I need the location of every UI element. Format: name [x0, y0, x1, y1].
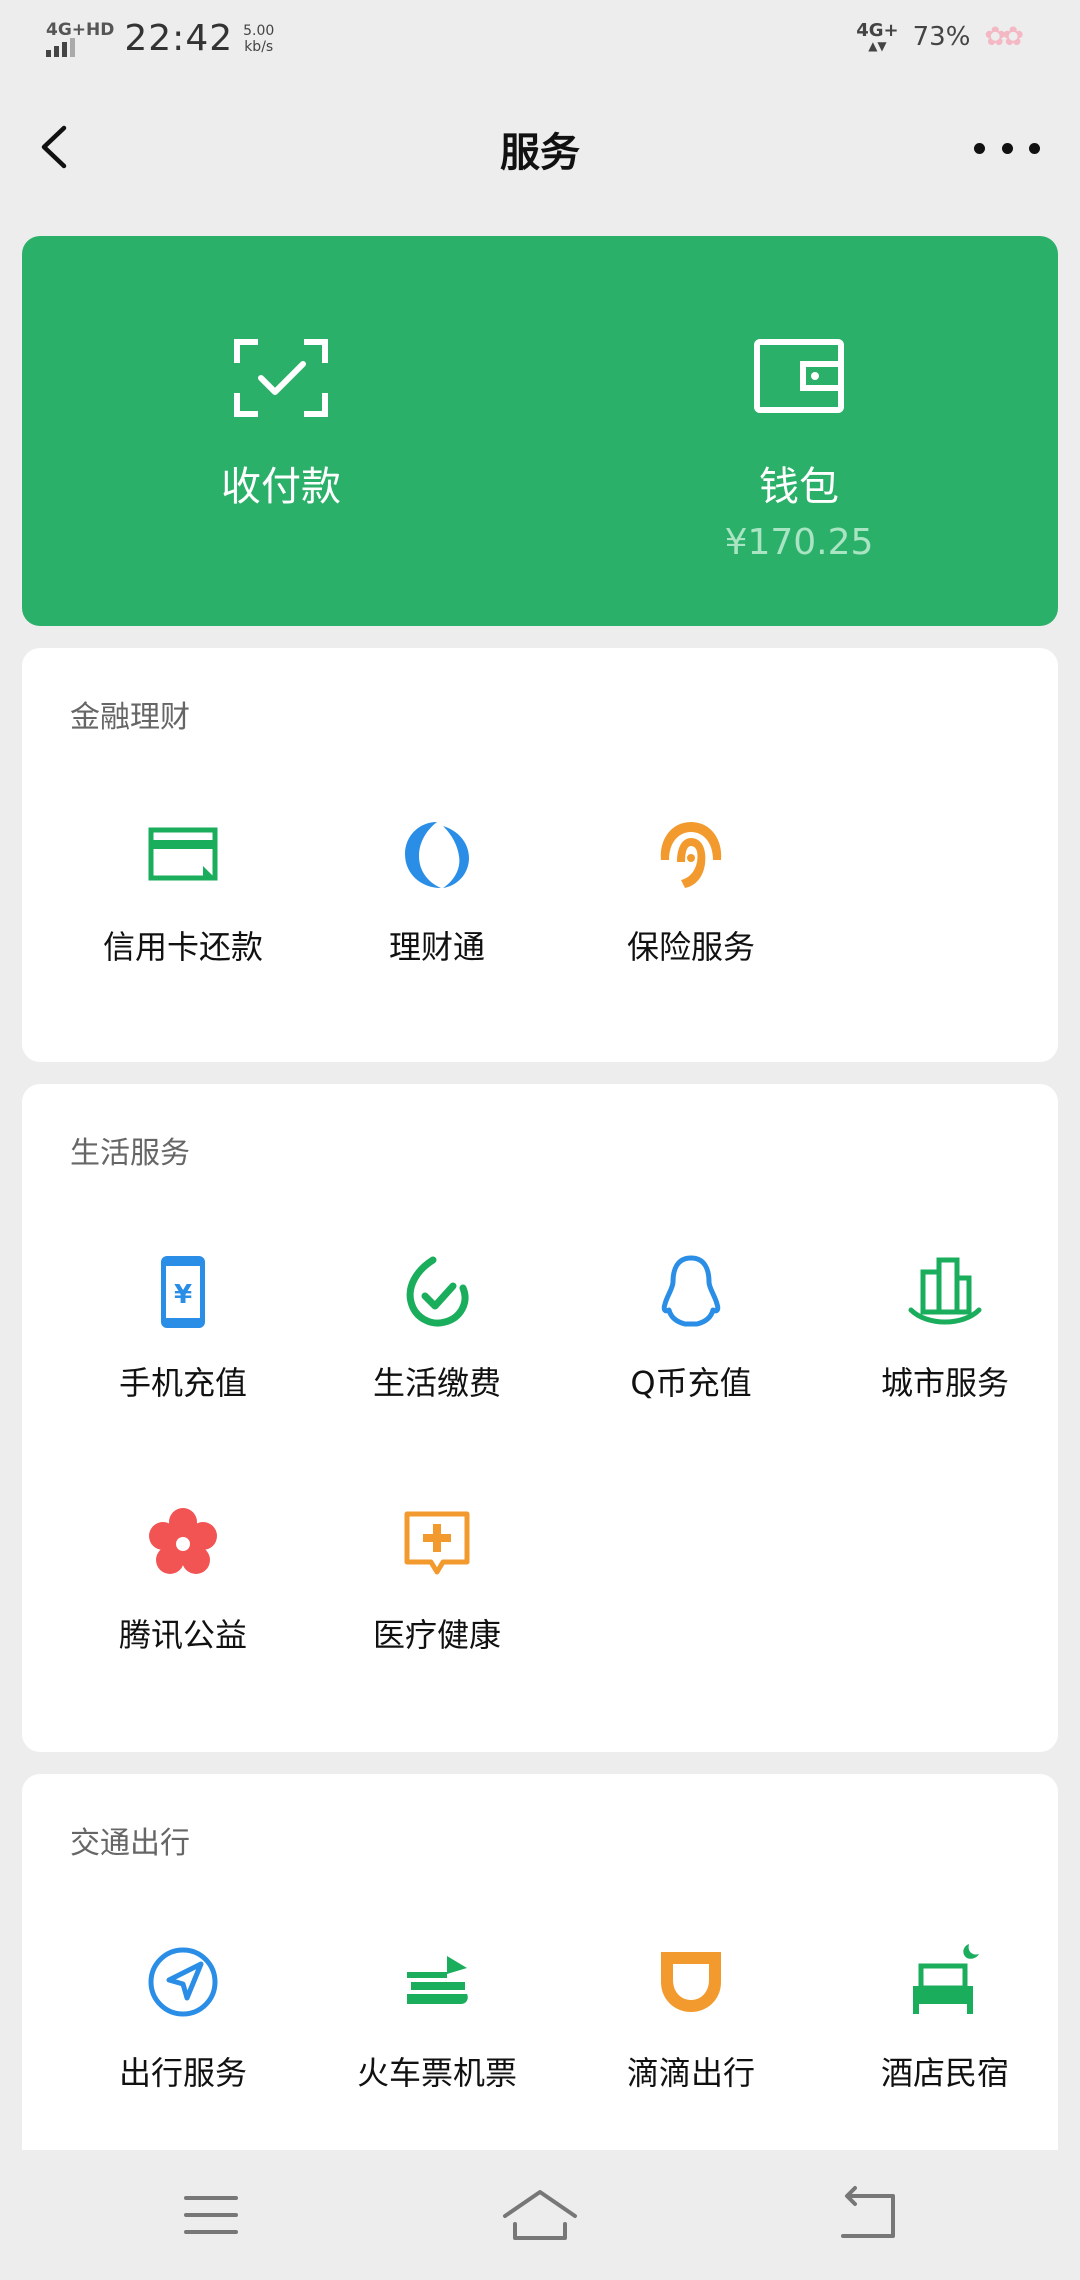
- grid-item-hotel[interactable]: 酒店民宿: [818, 1942, 1072, 2122]
- navigation-arrow-icon: [148, 1947, 218, 2017]
- battery-level: 73%: [912, 22, 971, 52]
- grid-label: 保险服务: [626, 928, 755, 966]
- section-title-finance: 金融理财: [70, 700, 190, 735]
- utility-bill-icon: [406, 1256, 469, 1327]
- wallet-button[interactable]: 钱包 ¥170.25: [540, 236, 1058, 626]
- grid-label: 酒店民宿: [880, 2054, 1009, 2092]
- grid-item-phone-recharge[interactable]: ¥ 手机充值: [56, 1252, 310, 1432]
- grid-item-insurance[interactable]: 保险服务: [564, 816, 818, 996]
- grid-label: 信用卡还款: [102, 928, 263, 966]
- wealth-icon: [405, 822, 469, 888]
- grid-item-charity[interactable]: 腾讯公益: [56, 1504, 310, 1684]
- system-back-button[interactable]: [825, 2180, 915, 2250]
- grid-label: 理财通: [388, 928, 485, 966]
- grid-item-wealth[interactable]: 理财通: [310, 816, 564, 996]
- status-time: 22:42: [124, 18, 234, 59]
- section-finance: 金融理财 信用卡还款 理财通 保险服务: [22, 648, 1058, 1062]
- wallet-balance: ¥170.25: [724, 522, 874, 563]
- hotel-bed-icon: [913, 1944, 979, 2014]
- grid-label: 出行服务: [118, 2054, 247, 2092]
- grid-label: 火车票机票: [356, 2054, 517, 2092]
- more-button[interactable]: [974, 126, 1040, 170]
- phone-recharge-icon: ¥: [161, 1256, 205, 1328]
- home-icon: [503, 2190, 577, 2240]
- grid-item-train-plane[interactable]: 火车票机票: [310, 1942, 564, 2122]
- grid-label: 手机充值: [118, 1364, 247, 1402]
- more-dots-icon: [974, 142, 985, 154]
- wallet-label: 钱包: [759, 464, 839, 510]
- grid-label: 生活缴费: [372, 1364, 501, 1402]
- grid-label: Q币充值: [630, 1364, 752, 1402]
- status-bar: 4G+HD 22:42 5.00 kb/s 4G+ ▲▼ 73% ✿✿: [0, 0, 1080, 80]
- network-type-right: 4G+ ▲▼: [856, 20, 899, 53]
- grid-label: 滴滴出行: [626, 2054, 755, 2092]
- section-title-travel: 交通出行: [70, 1826, 190, 1861]
- signal-bars-icon: [46, 37, 114, 57]
- train-plane-icon: [407, 1956, 468, 2004]
- city-buildings-icon: [908, 1257, 982, 1325]
- didi-icon: [661, 1952, 721, 2012]
- network-speed-value: 5.00: [243, 22, 275, 39]
- grid-label: 腾讯公益: [118, 1616, 247, 1654]
- network-speed-unit: kb/s: [244, 38, 274, 55]
- menu-icon: [184, 2196, 238, 2234]
- status-right: 4G+ ▲▼ 73% ✿✿: [856, 20, 1024, 53]
- scan-check-icon: [234, 339, 328, 417]
- status-left: 4G+HD 22:42 5.00 kb/s: [46, 18, 274, 59]
- grid-item-credit-card-repay[interactable]: 信用卡还款: [56, 816, 310, 996]
- network-type-left: 4G+HD: [46, 19, 115, 40]
- grid-item-city-service[interactable]: 城市服务: [818, 1252, 1072, 1432]
- page-title: 服务: [500, 130, 580, 176]
- wallet-card: 收付款 钱包 ¥170.25: [22, 236, 1058, 626]
- svg-text:¥: ¥: [174, 1280, 192, 1310]
- credit-card-icon: [148, 827, 218, 881]
- home-button[interactable]: [495, 2180, 585, 2250]
- grid-item-q-coin[interactable]: Q币充值: [564, 1252, 818, 1432]
- grid-item-medical[interactable]: 医疗健康: [310, 1504, 564, 1684]
- battery-decoration-icon: ✿✿: [984, 22, 1024, 52]
- pay-receive-button[interactable]: 收付款: [22, 236, 540, 626]
- network-speed: 5.00 kb/s: [243, 23, 274, 55]
- signal-indicator: 4G+HD: [46, 21, 114, 57]
- qq-penguin-icon: [661, 1255, 721, 1327]
- system-nav-bar: [0, 2150, 1080, 2280]
- grid-label: 城市服务: [880, 1364, 1009, 1402]
- grid-label: 医疗健康: [372, 1616, 501, 1654]
- nav-bar: 服务: [0, 100, 1080, 196]
- section-life: 生活服务 ¥ 手机充值 生活缴费 Q币充值 城市服务 腾讯公益 医疗健康: [22, 1084, 1058, 1752]
- wallet-icon: [754, 339, 844, 413]
- pay-receive-label: 收付款: [221, 464, 341, 510]
- grid-item-didi[interactable]: 滴滴出行: [564, 1942, 818, 2122]
- back-arrow-icon: [841, 2186, 895, 2238]
- section-travel: 交通出行 出行服务 火车票机票 滴滴出行 酒店民宿: [22, 1774, 1058, 2174]
- insurance-umbrella-icon: [660, 822, 722, 888]
- menu-button[interactable]: [166, 2180, 256, 2250]
- charity-flower-icon: [149, 1508, 217, 1574]
- section-title-life: 生活服务: [70, 1136, 190, 1171]
- grid-item-travel-service[interactable]: 出行服务: [56, 1942, 310, 2122]
- medical-cross-icon: [404, 1511, 470, 1575]
- grid-item-utility-bill[interactable]: 生活缴费: [310, 1252, 564, 1432]
